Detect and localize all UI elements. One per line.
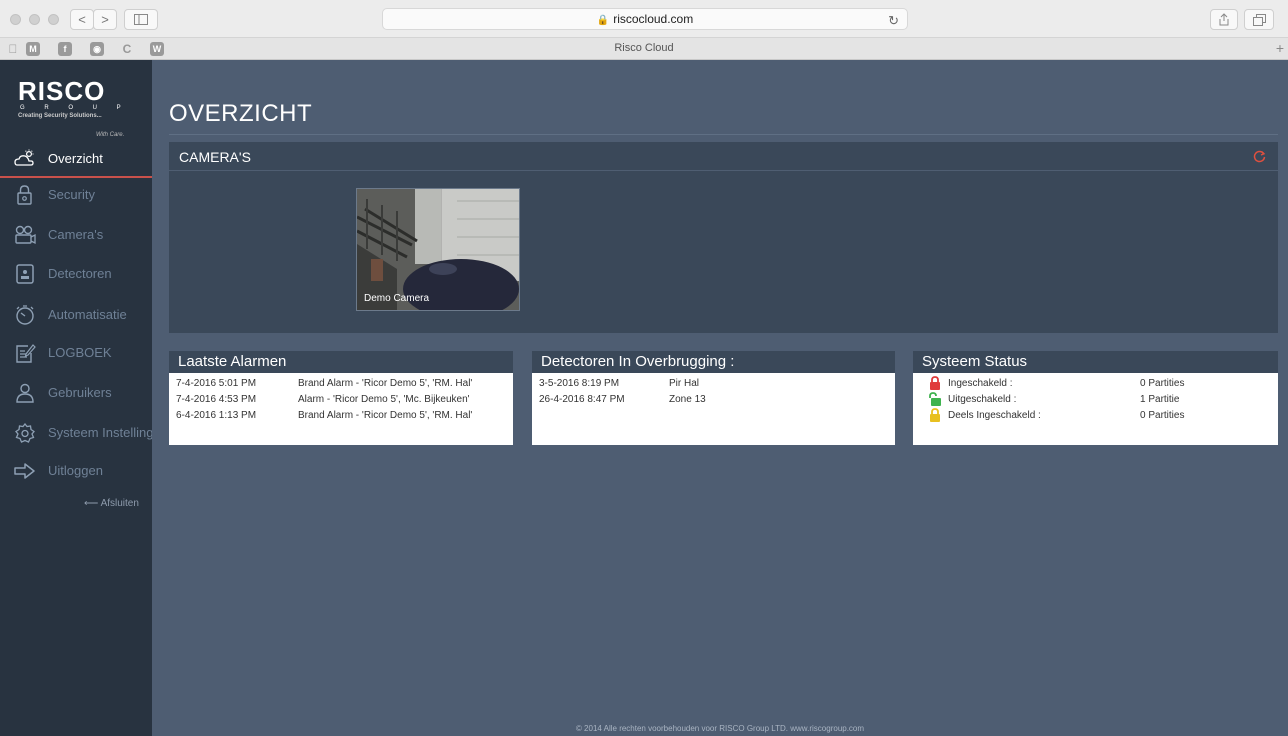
cameras-panel-header: CAMERA'S bbox=[169, 142, 1278, 171]
latest-alarms-header: Laatste Alarmen bbox=[169, 351, 513, 373]
window-zoom-button[interactable] bbox=[48, 14, 59, 25]
sidebar-item-gebruikers[interactable]: Gebruikers bbox=[0, 374, 152, 412]
sidebar-item-cameras[interactable]: Camera's bbox=[0, 216, 152, 254]
status-value: 0 Partities bbox=[1140, 378, 1185, 389]
tabs-button[interactable] bbox=[1244, 9, 1274, 30]
browser-toolbar: < > 🔒 riscocloud.com ↻ bbox=[0, 0, 1288, 38]
logout-icon bbox=[14, 463, 35, 479]
sidebar-item-uitloggen[interactable]: Uitloggen bbox=[0, 452, 152, 490]
logo-care: With Care. bbox=[96, 132, 125, 138]
sidebar-label-gebruikers: Gebruikers bbox=[48, 385, 112, 400]
bypass-zone: Zone 13 bbox=[669, 394, 706, 405]
sidebar-toggle-icon bbox=[134, 14, 148, 25]
partial-lock-icon bbox=[930, 408, 940, 422]
logo-group: G R O U P bbox=[20, 105, 130, 111]
sidebar-item-detectoren[interactable]: Detectoren bbox=[0, 255, 152, 293]
bypassed-detectors-header: Detectoren In Overbrugging : bbox=[532, 351, 895, 373]
camera-icon bbox=[15, 225, 36, 245]
share-button[interactable] bbox=[1210, 9, 1238, 30]
sidebar-item-security[interactable]: Security bbox=[0, 176, 152, 214]
latest-alarms-card: Laatste Alarmen 7-4-2016 5:01 PM Brand A… bbox=[169, 351, 513, 445]
alarm-text: Brand Alarm - 'Ricor Demo 5', 'RM. Hal' bbox=[298, 410, 473, 421]
sidebar-label-logboek: LOGBOEK bbox=[48, 345, 112, 360]
status-value: 0 Partities bbox=[1140, 410, 1185, 421]
sidebar-label-security: Security bbox=[48, 187, 95, 202]
page-title: OVERZICHT bbox=[169, 100, 313, 127]
alarm-text: Alarm - 'Ricor Demo 5', 'Mc. Bijkeuken' bbox=[298, 394, 470, 405]
bypassed-detectors-card: Detectoren In Overbrugging : 3-5-2016 8:… bbox=[532, 351, 895, 445]
sidebar-label-uitloggen: Uitloggen bbox=[48, 463, 103, 478]
alarm-time: 6-4-2016 1:13 PM bbox=[176, 410, 257, 421]
sidebar-item-overzicht[interactable]: Overzicht bbox=[0, 140, 152, 178]
system-status-title: Systeem Status bbox=[922, 353, 1028, 370]
sidebar: RISCO G R O U P Creating Security Soluti… bbox=[0, 60, 152, 736]
weather-icon bbox=[14, 149, 34, 166]
status-label: Ingeschakeld : bbox=[948, 378, 1013, 389]
bypassed-detectors-title: Detectoren In Overbrugging : bbox=[541, 353, 735, 370]
refresh-icon[interactable] bbox=[1253, 150, 1266, 163]
share-icon bbox=[1219, 13, 1229, 26]
user-icon bbox=[16, 383, 34, 403]
bypass-time: 26-4-2016 8:47 PM bbox=[539, 394, 625, 405]
logbook-icon bbox=[16, 344, 36, 363]
tabs-icon bbox=[1252, 14, 1266, 26]
sidebar-item-systeem-instellingen[interactable]: Systeem Instellingen bbox=[0, 414, 152, 452]
tab-title[interactable]: Risco Cloud bbox=[0, 42, 1288, 54]
close-sidebar-link[interactable]: ⟵ Afsluiten bbox=[84, 498, 139, 509]
footer-copyright: © 2014 Alle rechten voorbehouden voor RI… bbox=[575, 724, 865, 733]
logo-tagline: Creating Security Solutions... bbox=[18, 113, 102, 119]
back-button[interactable]: < bbox=[70, 9, 94, 30]
sidebar-label-detectoren: Detectoren bbox=[48, 266, 112, 281]
camera-name-label: Demo Camera bbox=[364, 293, 430, 304]
lock-icon: 🔒 bbox=[596, 15, 610, 26]
lock-icon bbox=[17, 185, 32, 205]
system-status-header: Systeem Status bbox=[913, 351, 1278, 373]
disarmed-lock-icon bbox=[929, 392, 941, 406]
title-divider bbox=[169, 134, 1278, 135]
browser-chrome: < > 🔒riscocloud.com ↻  M f ◉ C W Risco … bbox=[0, 0, 1288, 60]
new-tab-icon[interactable]: + bbox=[1276, 40, 1284, 56]
status-value: 1 Partitie bbox=[1140, 394, 1180, 405]
alarm-text: Brand Alarm - 'Ricor Demo 5', 'RM. Hal' bbox=[298, 378, 473, 389]
status-label: Deels Ingeschakeld : bbox=[948, 410, 1041, 421]
settings-icon bbox=[15, 423, 35, 443]
detector-icon bbox=[16, 264, 34, 284]
sidebar-label-systeem-instellingen: Systeem Instellingen bbox=[48, 425, 152, 440]
bypass-time: 3-5-2016 8:19 PM bbox=[539, 378, 620, 389]
address-url: riscocloud.com bbox=[613, 12, 694, 26]
window-close-button[interactable] bbox=[10, 14, 21, 25]
favorites-bar:  M f ◉ C W Risco Cloud + bbox=[0, 38, 1288, 60]
sidebar-toggle-button[interactable] bbox=[124, 9, 158, 30]
sidebar-label-overzicht: Overzicht bbox=[48, 151, 103, 166]
risco-logo[interactable]: RISCO G R O U P Creating Security Soluti… bbox=[18, 76, 138, 138]
cameras-panel: CAMERA'S Demo Camera bbox=[169, 142, 1278, 333]
sidebar-item-automatisatie[interactable]: Automatisatie bbox=[0, 296, 152, 334]
alarm-time: 7-4-2016 4:53 PM bbox=[176, 394, 257, 405]
sidebar-label-cameras: Camera's bbox=[48, 227, 104, 242]
cameras-panel-title: CAMERA'S bbox=[179, 149, 251, 165]
forward-button[interactable]: > bbox=[93, 9, 117, 30]
reload-icon[interactable]: ↻ bbox=[888, 11, 899, 31]
address-bar[interactable]: 🔒 riscocloud.com ↻ bbox=[382, 8, 908, 30]
armed-lock-icon bbox=[930, 376, 940, 390]
logo-brand: RISCO bbox=[18, 76, 106, 106]
system-status-card: Systeem Status Ingeschakeld : 0 Partitie… bbox=[913, 351, 1278, 445]
camera-thumbnail[interactable]: Demo Camera bbox=[356, 188, 520, 311]
bypass-zone: Pir Hal bbox=[669, 378, 700, 389]
sidebar-label-automatisatie: Automatisatie bbox=[48, 307, 127, 322]
alarm-time: 7-4-2016 5:01 PM bbox=[176, 378, 257, 389]
window-minimize-button[interactable] bbox=[29, 14, 40, 25]
status-label: Uitgeschakeld : bbox=[948, 394, 1017, 405]
timer-icon bbox=[16, 305, 34, 325]
latest-alarms-title: Laatste Alarmen bbox=[178, 353, 287, 370]
sidebar-item-logboek[interactable]: LOGBOEK bbox=[0, 334, 152, 372]
